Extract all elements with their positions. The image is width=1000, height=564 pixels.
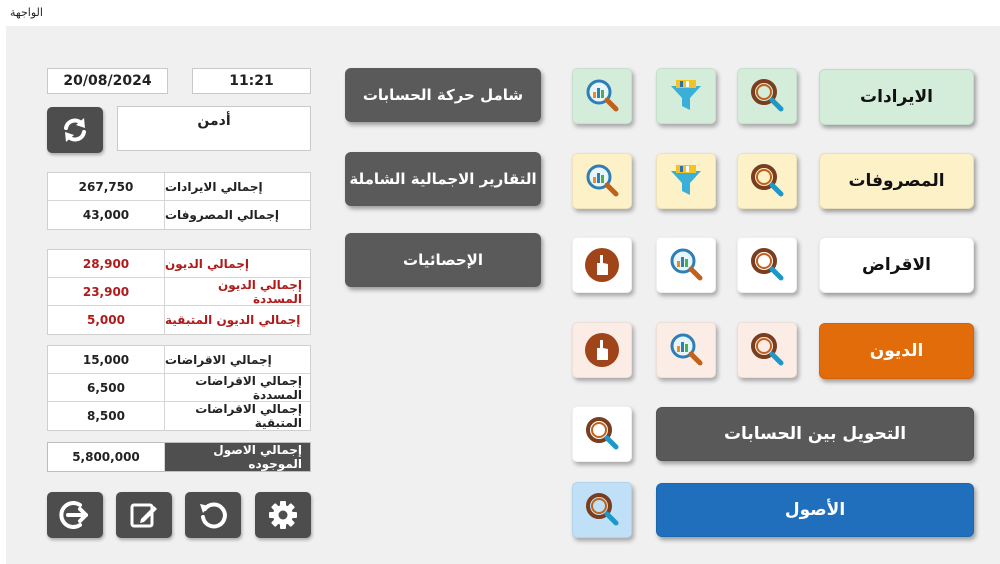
dashboard-panel: 20/08/2024 11:21 أدمن 267,750 إجمالي الا… — [6, 26, 1000, 564]
edit-button[interactable] — [116, 492, 172, 538]
table-row: 5,000 إجمالي الديون المتبقية — [48, 306, 310, 334]
summary-table-assets: 5,800,000 إجمالي الاصول الموجوده — [47, 442, 311, 472]
filter-icon — [671, 80, 701, 110]
user-name: أدمن — [117, 106, 311, 151]
logout-icon — [59, 501, 88, 529]
revenues-button[interactable]: الايرادات — [819, 69, 974, 125]
debts-hand-button[interactable] — [572, 322, 632, 378]
search-icon — [751, 164, 784, 197]
expenses-filter-button[interactable] — [656, 153, 716, 209]
table-row: 267,750 إجمالي الايرادات — [48, 173, 310, 201]
expenses-button[interactable]: المصروفات — [819, 153, 974, 209]
table-row: 15,000 إجمالي الاقراضات — [48, 346, 310, 374]
debts-chart-button[interactable] — [656, 322, 716, 378]
search-icon — [751, 248, 784, 281]
chart-search-icon — [586, 164, 619, 197]
expenses-chart-button[interactable] — [572, 153, 632, 209]
hand-icon — [585, 333, 619, 367]
table-row: 8,500 إجمالي الاقراضات المتبقية — [48, 402, 310, 430]
search-icon — [751, 79, 784, 112]
paid-loans-value: 6,500 — [48, 374, 165, 401]
paid-debts-value: 23,900 — [48, 278, 165, 305]
comprehensive-reports-button[interactable]: التقارير الاجمالية الشاملة — [345, 152, 541, 206]
summary-table-debts: 28,900 إجمالي الديون 23,900 إجمالي الديو… — [47, 249, 311, 335]
debts-search-button[interactable] — [737, 322, 797, 378]
total-assets-value: 5,800,000 — [48, 443, 165, 471]
refresh-icon — [64, 118, 86, 142]
loans-button[interactable]: الاقراض — [819, 237, 974, 293]
debts-button[interactable]: الديون — [819, 323, 974, 379]
search-icon — [751, 333, 784, 366]
title-bar: الواجهة — [0, 0, 1000, 26]
search-icon — [586, 493, 619, 526]
chart-search-icon — [670, 333, 703, 366]
chart-search-icon — [586, 79, 619, 112]
edit-icon — [130, 503, 157, 528]
gear-icon — [269, 501, 297, 529]
table-row: 23,900 إجمالي الديون المسددة — [48, 278, 310, 306]
statistics-button[interactable]: الإحصائيات — [345, 233, 541, 287]
remaining-debts-label: إجمالي الديون المتبقية — [165, 313, 301, 327]
total-assets-label: إجمالي الاصول الموجوده — [165, 443, 310, 471]
loans-search-button[interactable] — [737, 237, 797, 293]
settings-button[interactable] — [255, 492, 311, 538]
table-row: 43,000 إجمالي المصروفات — [48, 201, 310, 229]
remaining-debts-value: 5,000 — [48, 306, 165, 334]
table-row: 6,500 إجمالي الاقراضات المسددة — [48, 374, 310, 402]
total-expenses-label: إجمالي المصروفات — [165, 208, 279, 222]
hand-icon — [585, 248, 619, 282]
window-title: الواجهة — [10, 6, 43, 19]
main-window: الواجهة 20/08/2024 11:21 أدمن 267,750 إج… — [0, 0, 1000, 564]
total-revenues-label: إجمالي الايرادات — [165, 179, 263, 194]
loans-chart-button[interactable] — [656, 237, 716, 293]
date-display: 20/08/2024 — [47, 68, 168, 94]
revenues-search-button[interactable] — [737, 68, 797, 124]
expenses-search-button[interactable] — [737, 153, 797, 209]
total-loans-label: إجمالي الاقراضات — [165, 352, 272, 367]
paid-debts-label: إجمالي الديون المسددة — [218, 277, 302, 306]
total-expenses-value: 43,000 — [48, 201, 165, 229]
search-icon — [586, 417, 619, 450]
refresh-button[interactable] — [47, 107, 103, 153]
remaining-loans-label: إجمالي الاقراضات المتبقية — [195, 402, 302, 430]
revenues-filter-button[interactable] — [656, 68, 716, 124]
loans-hand-button[interactable] — [572, 237, 632, 293]
revenues-chart-button[interactable] — [572, 68, 632, 124]
total-loans-value: 15,000 — [48, 346, 165, 373]
summary-table-loans: 15,000 إجمالي الاقراضات 6,500 إجمالي الا… — [47, 345, 311, 431]
assets-search-button[interactable] — [572, 482, 632, 538]
assets-button[interactable]: الأصول — [656, 483, 974, 537]
chart-search-icon — [670, 248, 703, 281]
table-row: 5,800,000 إجمالي الاصول الموجوده — [48, 443, 310, 471]
table-row: 28,900 إجمالي الديون — [48, 250, 310, 278]
transfer-search-button[interactable] — [572, 406, 632, 462]
total-revenues-value: 267,750 — [48, 173, 165, 200]
total-debts-value: 28,900 — [48, 250, 165, 277]
accounts-movement-button[interactable]: شامل حركة الحسابات — [345, 68, 541, 122]
reset-button[interactable] — [185, 492, 241, 538]
logout-button[interactable] — [47, 492, 103, 538]
remaining-loans-value: 8,500 — [48, 402, 165, 430]
transfer-between-accounts-button[interactable]: التحويل بين الحسابات — [656, 407, 974, 461]
filter-icon — [671, 165, 701, 195]
paid-loans-label: إجمالي الاقراضات المسددة — [195, 373, 302, 402]
time-display: 11:21 — [192, 68, 311, 94]
total-debts-label: إجمالي الديون — [165, 256, 249, 271]
reset-icon — [200, 502, 227, 529]
summary-table-income: 267,750 إجمالي الايرادات 43,000 إجمالي ا… — [47, 172, 311, 230]
